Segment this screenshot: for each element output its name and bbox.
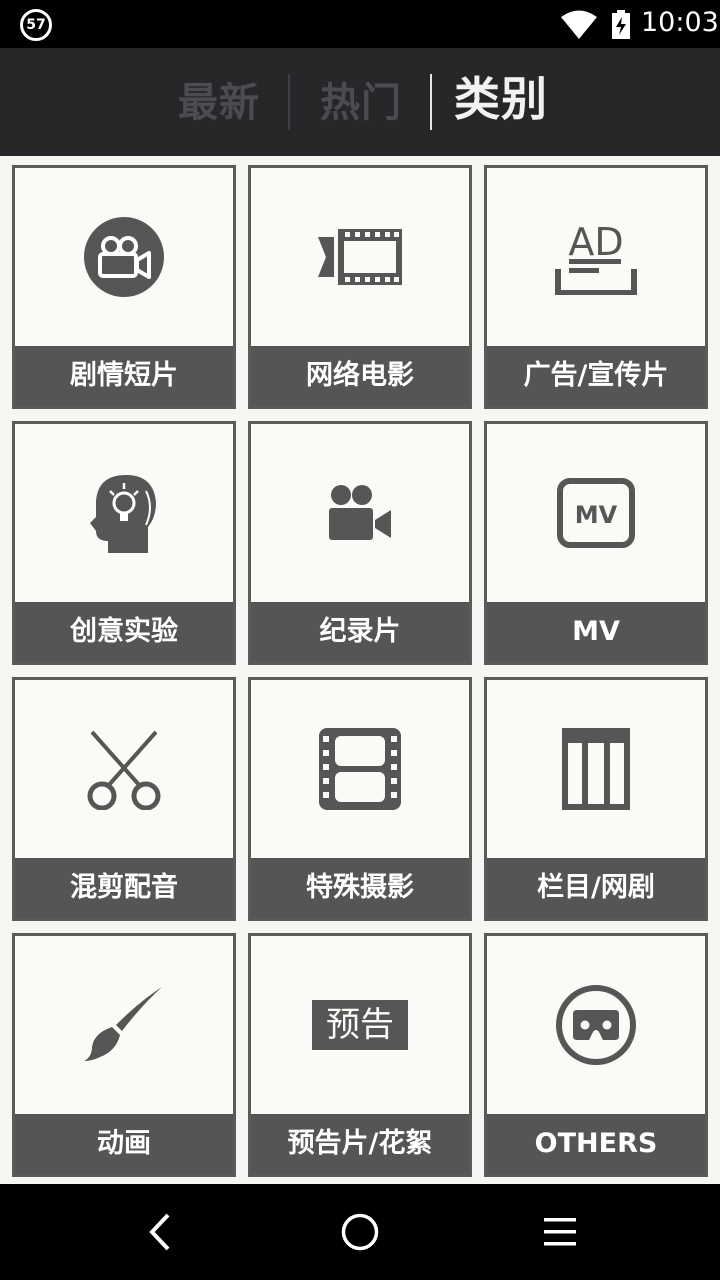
category-label: 混剪配音 xyxy=(15,858,233,918)
film-strip-icon xyxy=(251,168,469,346)
category-label: 创意实验 xyxy=(15,602,233,662)
category-tile-column-webseries[interactable]: 栏目/网剧 xyxy=(484,677,708,921)
category-label: 动画 xyxy=(15,1114,233,1174)
category-tile-animation[interactable]: 动画 xyxy=(12,933,236,1177)
category-tile-mv[interactable]: MV MV xyxy=(484,421,708,665)
columns-icon xyxy=(487,680,705,858)
tab-divider xyxy=(430,74,432,130)
category-tile-special-photo[interactable]: 特殊摄影 xyxy=(248,677,472,921)
category-grid: 剧情短片 网络电影 AD 广告/宣传片 创意实验 纪录片 MV MV 混剪配音 … xyxy=(0,156,720,1184)
trailer-icon: 预告 xyxy=(251,936,469,1114)
wifi-icon xyxy=(561,10,597,39)
category-label: 栏目/网剧 xyxy=(487,858,705,918)
category-tile-remix-dub[interactable]: 混剪配音 xyxy=(12,677,236,921)
category-tile-others[interactable]: OTHERS xyxy=(484,933,708,1177)
category-label: 广告/宣传片 xyxy=(487,346,705,406)
category-tab-bar: 最新 热门 类别 xyxy=(0,48,720,156)
tab-divider xyxy=(288,74,290,130)
ad-icon: AD xyxy=(487,168,705,346)
tab-latest[interactable]: 最新 xyxy=(178,74,260,132)
status-time: 10:03 xyxy=(641,7,719,38)
category-tile-documentary[interactable]: 纪录片 xyxy=(248,421,472,665)
category-label: 纪录片 xyxy=(251,602,469,662)
status-bar: 57 10:03 xyxy=(0,0,720,48)
category-tile-web-movie[interactable]: 网络电影 xyxy=(248,165,472,409)
menu-icon xyxy=(544,1218,576,1246)
category-label: 预告片/花絮 xyxy=(251,1114,469,1174)
tab-hot[interactable]: 热门 xyxy=(320,74,402,132)
video-camera-icon xyxy=(251,424,469,602)
category-label: 剧情短片 xyxy=(15,346,233,406)
category-label: 网络电影 xyxy=(251,346,469,406)
lightbulb-head-icon xyxy=(15,424,233,602)
video-camera-circle-icon xyxy=(15,168,233,346)
back-button[interactable] xyxy=(130,1208,190,1256)
recents-button[interactable] xyxy=(530,1208,590,1256)
vr-goggles-icon xyxy=(487,936,705,1114)
trailer-icon-text: 预告 xyxy=(312,1000,408,1050)
ad-icon-text: AD xyxy=(568,220,623,264)
film-frame-icon xyxy=(251,680,469,858)
category-label: MV xyxy=(487,602,705,662)
category-tile-drama-short[interactable]: 剧情短片 xyxy=(12,165,236,409)
scissors-icon xyxy=(15,680,233,858)
home-button[interactable] xyxy=(330,1208,390,1256)
tab-categories[interactable]: 类别 xyxy=(454,70,548,128)
category-tile-creative[interactable]: 创意实验 xyxy=(12,421,236,665)
paintbrush-icon xyxy=(15,936,233,1114)
category-label: 特殊摄影 xyxy=(251,858,469,918)
battery-charging-icon xyxy=(612,10,630,39)
category-tile-ad-promo[interactable]: AD 广告/宣传片 xyxy=(484,165,708,409)
notification-badge: 57 xyxy=(20,9,52,41)
category-tile-trailer-bts[interactable]: 预告 预告片/花絮 xyxy=(248,933,472,1177)
back-icon xyxy=(149,1213,170,1251)
system-nav-bar xyxy=(0,1184,720,1280)
home-icon xyxy=(341,1213,379,1251)
category-label: OTHERS xyxy=(487,1114,705,1174)
mv-icon-text: MV xyxy=(575,501,618,529)
mv-icon: MV xyxy=(487,424,705,602)
